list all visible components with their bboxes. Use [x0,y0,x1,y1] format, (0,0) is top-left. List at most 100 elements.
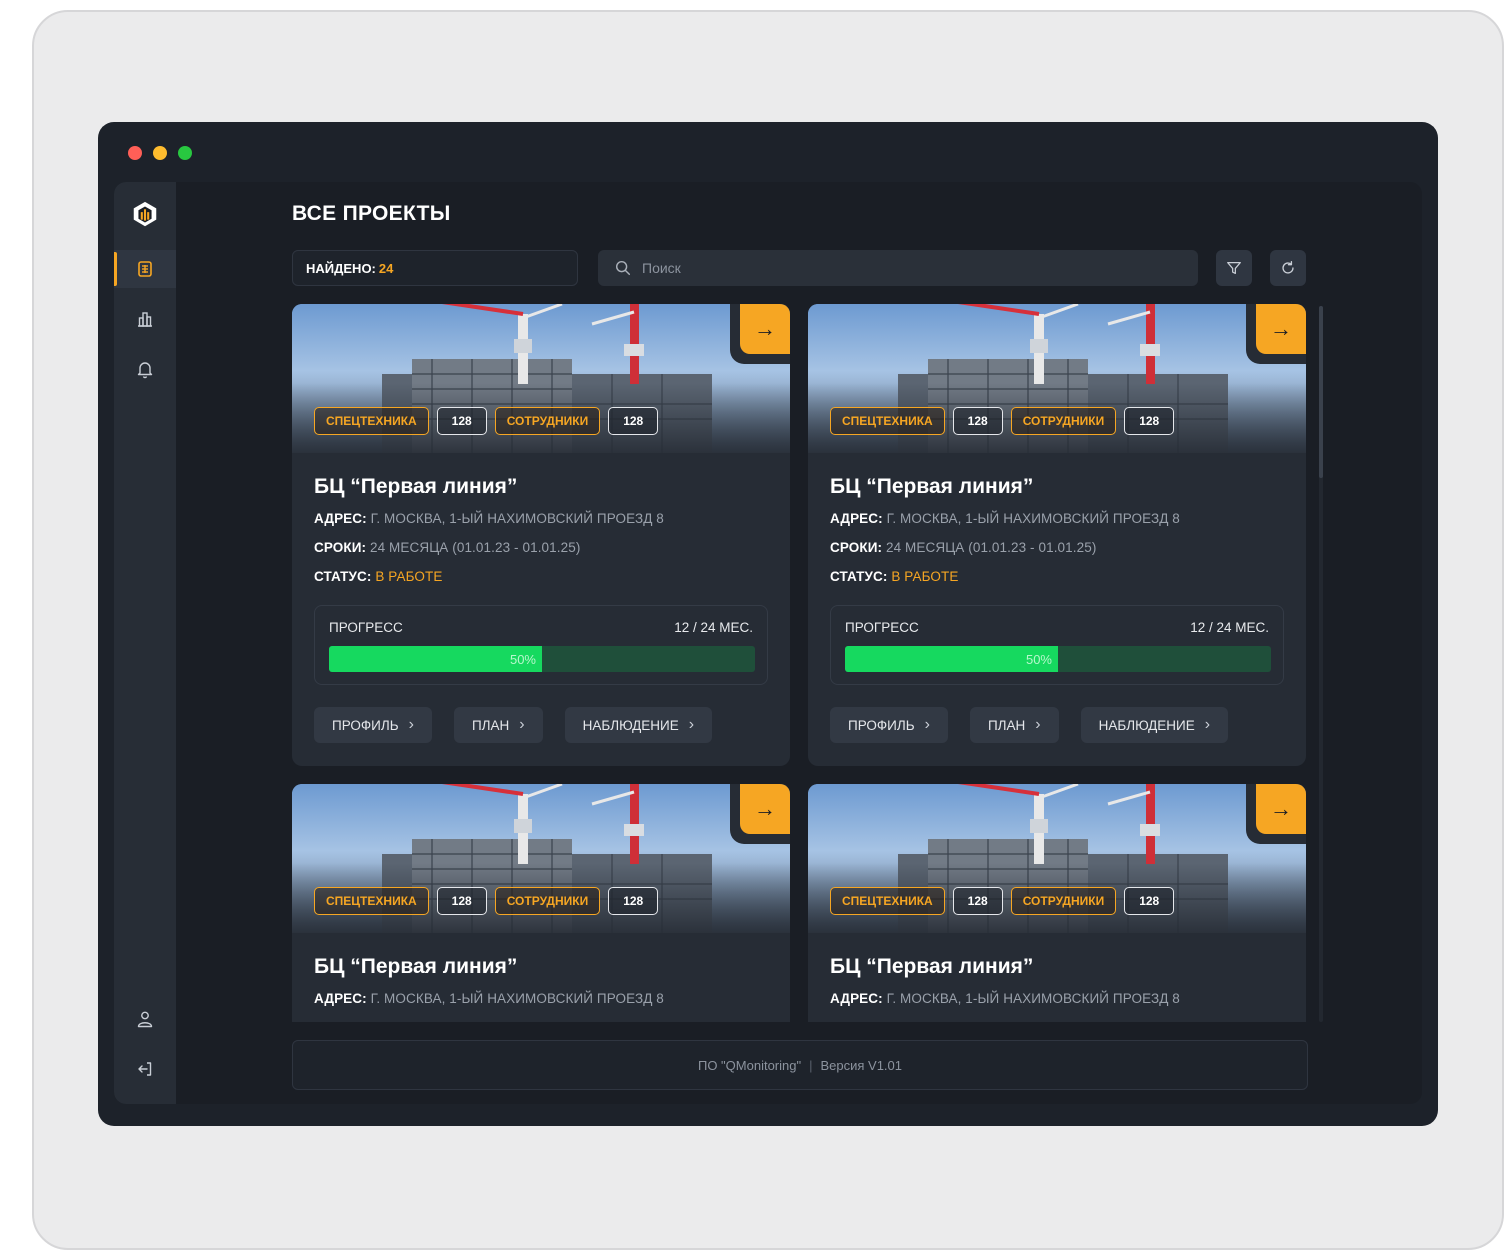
observation-button[interactable]: НАБЛЮДЕНИЕ › [1080,707,1229,743]
maximize-window-button[interactable] [178,146,192,160]
progress-value: 12 / 24 МЕС. [674,620,753,635]
found-label: НАЙДЕНО: [306,260,376,276]
open-project-button[interactable]: → [730,304,790,364]
progress-bar-fill: 50% [845,646,1058,672]
open-project-button[interactable]: → [730,784,790,844]
project-card: → СПЕЦТЕХНИКА 128 СОТРУДНИКИ 128 БЦ “Пер… [292,304,790,766]
filter-button[interactable] [1216,250,1252,286]
tag-equipment[interactable]: СПЕЦТЕХНИКА [314,887,429,915]
sidebar-item-logout[interactable] [114,1050,176,1088]
progress-bar: 50% [329,646,755,672]
filter-icon [1227,261,1241,275]
project-status: СТАТУС: В РАБОТЕ [830,569,959,584]
found-count: 24 [378,260,394,276]
tag-employees[interactable]: СОТРУДНИКИ [1010,407,1117,435]
scrollbar-thumb[interactable] [1319,306,1323,478]
tag-employees-count: 128 [1124,887,1175,915]
tag-equipment[interactable]: СПЕЦТЕХНИКА [830,887,945,915]
sidebar-item-profile[interactable] [114,1000,176,1038]
scrollbar[interactable] [1319,306,1323,1022]
project-title: БЦ “Первая линия” [830,955,1034,978]
project-address: АДРЕС: Г. МОСКВА, 1-ЫЙ НАХИМОВСКИЙ ПРОЕЗ… [314,511,664,526]
sidebar-item-notifications[interactable] [114,350,176,388]
window-controls [128,146,192,160]
tag-equipment-count: 128 [952,407,1003,435]
project-card: → СПЕЦТЕХНИКА 128 СОТРУДНИКИ 128 БЦ “Пер… [292,784,790,1022]
chart-icon [138,312,152,327]
app-window: ВСЕ ПРОЕКТЫ НАЙДЕНО: 24 Поиск → СПЕЦТЕХН… [98,122,1438,1126]
tag-employees[interactable]: СОТРУДНИКИ [494,887,601,915]
tag-employees-count: 128 [608,887,659,915]
project-status: СТАТУС: В РАБОТЕ [314,569,443,584]
search-icon [615,260,631,276]
progress-label: ПРОГРЕСС [845,620,919,635]
found-counter: НАЙДЕНО: 24 [292,250,578,286]
progress-panel: ПРОГРЕСС 12 / 24 МЕС. 50% [830,605,1284,685]
footer: ПО "QMonitoring" | Версия V1.01 [292,1040,1308,1090]
refresh-button[interactable] [1270,250,1306,286]
arrow-right-icon: → [740,304,790,354]
tag-employees[interactable]: СОТРУДНИКИ [1010,887,1117,915]
close-window-button[interactable] [128,146,142,160]
tag-equipment[interactable]: СПЕЦТЕХНИКА [314,407,429,435]
project-card: → СПЕЦТЕХНИКА 128 СОТРУДНИКИ 128 БЦ “Пер… [808,784,1306,1022]
tag-equipment[interactable]: СПЕЦТЕХНИКА [830,407,945,435]
sidebar-item-projects[interactable] [114,250,176,288]
page-title: ВСЕ ПРОЕКТЫ [292,202,451,225]
chevron-right-icon: › [688,716,695,733]
search-input[interactable] [642,260,1182,276]
chevron-right-icon: › [924,716,930,733]
progress-label: ПРОГРЕСС [329,620,403,635]
user-icon [137,1011,153,1028]
plan-button[interactable]: ПЛАН › [453,707,543,743]
open-project-button[interactable]: → [1246,784,1306,844]
project-title: БЦ “Первая линия” [830,475,1034,498]
progress-panel: ПРОГРЕСС 12 / 24 МЕС. 50% [314,605,768,685]
project-address: АДРЕС: Г. МОСКВА, 1-ЫЙ НАХИМОВСКИЙ ПРОЕЗ… [830,991,1180,1006]
footer-product: ПО "QMonitoring" [697,1057,802,1073]
card-tags: СПЕЦТЕХНИКА 128 СОТРУДНИКИ 128 [830,407,1175,435]
card-tags: СПЕЦТЕХНИКА 128 СОТРУДНИКИ 128 [314,407,659,435]
app-container: ВСЕ ПРОЕКТЫ НАЙДЕНО: 24 Поиск → СПЕЦТЕХН… [114,182,1422,1104]
status-badge: В РАБОТЕ [891,569,959,584]
chevron-right-icon: › [519,716,525,733]
project-terms: СРОКИ: 24 МЕСЯЦА (01.01.23 - 01.01.25) [314,540,581,555]
status-badge: В РАБОТЕ [375,569,443,584]
building-icon [138,261,152,277]
project-title: БЦ “Первая линия” [314,955,518,978]
sidebar-item-analytics[interactable] [114,300,176,338]
arrow-right-icon: → [740,784,790,834]
logout-icon [138,1062,152,1076]
open-project-button[interactable]: → [1246,304,1306,364]
search-bar[interactable] [598,250,1198,286]
profile-button[interactable]: ПРОФИЛЬ › [830,707,948,743]
tag-employees[interactable]: СОТРУДНИКИ [494,407,601,435]
tag-equipment-count: 128 [436,887,487,915]
bell-icon [137,362,153,379]
arrow-right-icon: → [1256,304,1306,354]
chevron-right-icon: › [408,716,414,733]
project-title: БЦ “Первая линия” [314,475,518,498]
card-tags: СПЕЦТЕХНИКА 128 СОТРУДНИКИ 128 [830,887,1175,915]
logo-icon[interactable] [129,198,161,230]
footer-version: Версия V1.01 [820,1057,903,1073]
progress-bar-fill: 50% [329,646,542,672]
card-actions: ПРОФИЛЬ › ПЛАН › НАБЛЮДЕНИЕ › [830,707,1229,743]
project-terms: СРОКИ: 24 МЕСЯЦА (01.01.23 - 01.01.25) [830,540,1097,555]
tag-employees-count: 128 [608,407,659,435]
profile-button[interactable]: ПРОФИЛЬ › [314,707,432,743]
refresh-icon [1282,261,1294,274]
arrow-right-icon: → [1256,784,1306,834]
minimize-window-button[interactable] [153,146,167,160]
project-address: АДРЕС: Г. МОСКВА, 1-ЫЙ НАХИМОВСКИЙ ПРОЕЗ… [314,991,664,1006]
card-actions: ПРОФИЛЬ › ПЛАН › НАБЛЮДЕНИЕ › [314,707,713,743]
footer-separator: | [809,1057,813,1073]
tag-equipment-count: 128 [952,887,1003,915]
observation-button[interactable]: НАБЛЮДЕНИЕ › [564,707,713,743]
plan-button[interactable]: ПЛАН › [969,707,1059,743]
project-card: → СПЕЦТЕХНИКА 128 СОТРУДНИКИ 128 БЦ “Пер… [808,304,1306,766]
chevron-right-icon: › [1204,716,1211,733]
card-tags: СПЕЦТЕХНИКА 128 СОТРУДНИКИ 128 [314,887,659,915]
projects-grid: → СПЕЦТЕХНИКА 128 СОТРУДНИКИ 128 БЦ “Пер… [292,304,1308,1022]
tag-equipment-count: 128 [436,407,487,435]
